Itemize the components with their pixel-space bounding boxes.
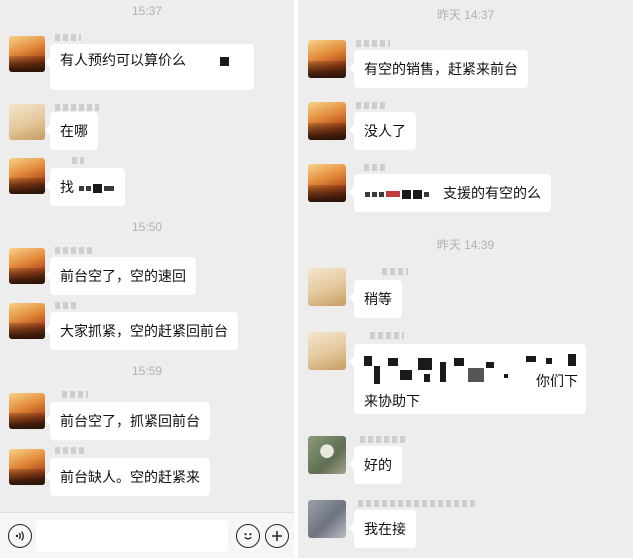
redacted-block (92, 183, 102, 193)
avatar[interactable] (308, 40, 346, 78)
input-bar (0, 512, 294, 558)
voice-icon[interactable] (8, 524, 32, 548)
message-bubble[interactable]: 我在接 (349, 510, 416, 548)
message-text: 在哪 (60, 123, 88, 139)
redacted-block (546, 358, 552, 364)
message-bubble[interactable]: 前台空了，抓紧回前台 (45, 402, 210, 440)
redacted-block (386, 191, 400, 198)
avatar[interactable] (308, 268, 346, 306)
timestamp: 15:50 (131, 220, 163, 234)
avatar[interactable] (308, 500, 346, 538)
redacted-block (526, 356, 536, 362)
redacted-block (372, 191, 377, 197)
redacted-block (418, 358, 432, 370)
message-bubble[interactable]: 没人了 (349, 112, 416, 150)
sender-name-blurred (370, 332, 404, 339)
message-text: 没人了 (364, 123, 406, 139)
message-bubble[interactable]: 有人预约可以算价么 (45, 44, 254, 90)
plus-icon[interactable] (265, 524, 289, 548)
sender-name-blurred (55, 302, 77, 309)
message-text: 好的 (364, 457, 392, 473)
redacted-block (85, 185, 91, 191)
redacted-block (454, 358, 464, 366)
redacted-block (374, 366, 380, 384)
redacted-block (78, 185, 84, 191)
sender-name-blurred (360, 436, 406, 443)
sender-name-blurred (55, 247, 95, 254)
message-text: 稍等 (364, 291, 392, 307)
timestamp: 15:37 (131, 4, 163, 18)
sender-name-blurred (356, 40, 390, 47)
avatar[interactable] (308, 332, 346, 370)
redacted-block (379, 191, 384, 197)
voice-wave-glyph (15, 531, 24, 541)
redacted-block (486, 362, 494, 368)
sender-name-blurred (382, 268, 408, 275)
emoji-icon[interactable] (236, 524, 260, 548)
redacted-block (365, 191, 370, 197)
message-bubble[interactable]: 支援的有空的么 (349, 174, 551, 212)
message-text: 大家抓紧，空的赶紧回前台 (60, 323, 228, 339)
sender-name-blurred (364, 164, 386, 171)
redacted-block (413, 189, 422, 199)
message-bubble[interactable]: 前台空了，空的速回 (45, 257, 196, 295)
chat-panel-left: 15:37 有人预约可以算价么 在哪 找 15:50 前台空了，空的速回 大家抓… (0, 0, 294, 558)
message-text: 我在接 (364, 521, 406, 537)
sender-name-blurred (62, 391, 88, 398)
message-text: 前台空了，空的速回 (60, 268, 186, 284)
message-text: 支援的有空的么 (443, 185, 541, 201)
redacted-block (440, 362, 446, 382)
redacted-block (388, 358, 398, 366)
redacted-block (468, 368, 484, 382)
avatar[interactable] (308, 164, 346, 202)
message-text: 前台空了，抓紧回前台 (60, 413, 200, 429)
redacted-block (424, 191, 429, 197)
sender-name-blurred (55, 447, 85, 454)
redacted-block (400, 370, 412, 380)
sender-name-blurred (356, 102, 386, 109)
smiley-glyph (244, 533, 252, 540)
avatar[interactable] (9, 449, 45, 485)
message-text: 找 (60, 179, 74, 195)
message-bubble[interactable]: 稍等 (349, 280, 402, 318)
message-bubble[interactable]: 找 (45, 168, 125, 206)
sender-name-blurred (72, 157, 84, 164)
redacted-block (504, 374, 508, 378)
message-text: 有人预约可以算价么 (60, 52, 186, 68)
timestamp: 昨天 14:37 (436, 8, 495, 22)
message-text: 你们下 (536, 373, 578, 389)
message-bubble[interactable]: 在哪 (45, 112, 98, 150)
message-bubble[interactable]: 前台缺人。空的赶紧来 (45, 458, 210, 496)
message-input[interactable] (36, 520, 228, 552)
avatar[interactable] (9, 393, 45, 429)
message-text: 来协助下 (364, 393, 420, 409)
avatar[interactable] (9, 36, 45, 72)
sender-name-blurred (55, 34, 81, 41)
message-bubble[interactable]: 你们下 来协助下 (349, 344, 586, 414)
message-bubble[interactable]: 有空的销售，赶紧来前台 (349, 50, 528, 88)
avatar[interactable] (9, 248, 45, 284)
timestamp: 15:59 (131, 364, 163, 378)
avatar[interactable] (308, 436, 346, 474)
plus-glyph (272, 531, 282, 541)
avatar[interactable] (9, 104, 45, 140)
sender-name-blurred (55, 104, 99, 111)
redacted-block (219, 56, 229, 66)
avatar[interactable] (9, 158, 45, 194)
avatar[interactable] (308, 102, 346, 140)
message-text: 有空的销售，赶紧来前台 (364, 61, 518, 77)
avatar[interactable] (9, 303, 45, 339)
sender-name-blurred (358, 500, 478, 507)
message-text: 前台缺人。空的赶紧来 (60, 469, 200, 485)
chat-panel-right: 昨天 14:37 有空的销售，赶紧来前台 没人了 支援的有空的么 昨天 14:3… (298, 0, 633, 558)
redacted-block (103, 185, 114, 191)
timestamp: 昨天 14:39 (436, 238, 495, 252)
message-bubble[interactable]: 大家抓紧，空的赶紧回前台 (45, 312, 238, 350)
redacted-block (568, 354, 576, 366)
redacted-block (424, 374, 430, 382)
message-bubble[interactable]: 好的 (349, 446, 402, 484)
redacted-block (402, 189, 411, 199)
redacted-block (364, 356, 372, 366)
